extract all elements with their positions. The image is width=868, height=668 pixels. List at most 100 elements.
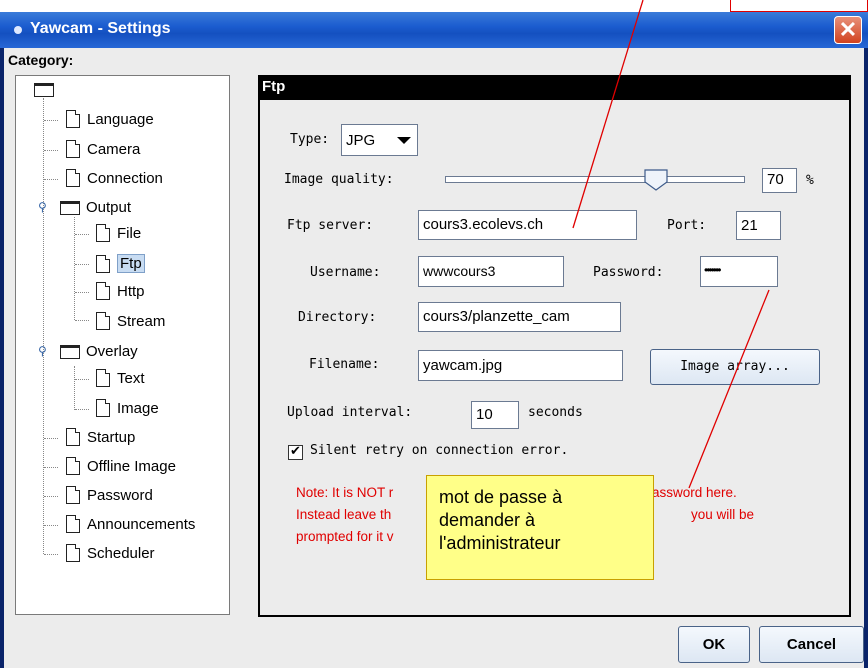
document-icon	[66, 169, 80, 187]
note-line-3: prompted for it v	[296, 529, 394, 544]
tree-item-announcements[interactable]: Announcements	[66, 515, 195, 533]
tree-connector	[75, 320, 89, 321]
tree-item-label: Password	[87, 486, 153, 504]
directory-input[interactable]: cours3/planzette_cam	[418, 302, 621, 332]
ftp-panel-title: Ftp	[262, 78, 286, 95]
document-icon	[96, 399, 110, 417]
tree-connector	[44, 496, 58, 497]
image-quality-slider-thumb[interactable]	[644, 169, 668, 191]
tree-connector	[44, 438, 58, 439]
password-input[interactable]: •••••••	[700, 256, 778, 287]
ftp-server-label: Ftp server:	[287, 218, 374, 233]
tree-item-language[interactable]: Language	[66, 110, 154, 128]
ftp-panel-header	[258, 75, 851, 100]
document-icon	[96, 369, 110, 387]
tree-connector	[44, 467, 58, 468]
tree-connector	[75, 292, 89, 293]
username-label: Username:	[310, 265, 381, 280]
tree-item-label: Overlay	[86, 343, 138, 360]
callout-line-3: l'administrateur	[439, 533, 561, 553]
type-select[interactable]: JPG	[341, 124, 391, 156]
folder-icon	[60, 200, 80, 215]
upload-interval-input[interactable]: 10	[471, 401, 519, 429]
tree-connector	[44, 525, 58, 526]
port-input[interactable]: 21	[736, 211, 781, 240]
expand-toggle-icon[interactable]: ⚲	[38, 200, 47, 214]
tree-connector	[75, 264, 89, 265]
tree-item-offline-image[interactable]: Offline Image	[66, 457, 176, 475]
tree-item-image[interactable]: Image	[96, 399, 159, 417]
document-icon	[66, 515, 80, 533]
tree-connector	[75, 234, 89, 235]
tree-item-label: Scheduler	[87, 544, 155, 562]
username-input[interactable]: wwwcours3	[418, 256, 564, 287]
tree-item-label: File	[117, 224, 142, 242]
tree-item-file[interactable]: File	[96, 224, 141, 242]
tree-item-label: Offline Image	[87, 457, 176, 475]
tree-item-scheduler[interactable]: Scheduler	[66, 544, 155, 562]
tree-line	[74, 217, 75, 320]
tree-item-ftp[interactable]: Ftp	[96, 254, 145, 273]
document-icon	[96, 282, 110, 300]
tree-item-text[interactable]: Text	[96, 369, 145, 387]
tree-item-label: Stream	[117, 312, 166, 330]
tree-item-label: Text	[117, 369, 145, 387]
filename-label: Filename:	[309, 357, 380, 372]
silent-retry-checkbox[interactable]: ✔	[288, 445, 303, 460]
tree-item-label: Startup	[87, 428, 136, 446]
filename-input[interactable]: yawcam.jpg	[418, 350, 623, 381]
silent-retry-label: Silent retry on connection error.	[310, 443, 569, 458]
note-line-1-end: assword here.	[652, 485, 737, 500]
close-button[interactable]: ✕	[834, 16, 862, 44]
tree-connector	[44, 150, 58, 151]
note-line-2: Instead leave th	[296, 507, 392, 522]
root-folder-icon	[34, 83, 54, 97]
password-label: Password:	[593, 265, 664, 280]
tree-connector	[44, 179, 58, 180]
tree-connector	[44, 120, 58, 121]
upload-interval-label: Upload interval:	[287, 405, 413, 420]
cancel-button[interactable]: Cancel	[759, 626, 864, 663]
tree-line	[43, 98, 44, 554]
ftp-server-input[interactable]: cours3.ecolevs.ch	[418, 210, 637, 240]
ok-button[interactable]: OK	[678, 626, 750, 663]
document-icon	[66, 544, 80, 562]
document-icon	[96, 254, 110, 273]
callout-line-1: mot de passe à	[439, 487, 563, 507]
tree-item-label: Announcements	[87, 515, 196, 533]
tree-item-startup[interactable]: Startup	[66, 428, 135, 446]
close-icon: ✕	[838, 17, 858, 42]
document-icon	[66, 486, 80, 504]
tree-item-output[interactable]: Output	[60, 199, 131, 216]
tree-item-stream[interactable]: Stream	[96, 312, 165, 330]
note-line-1: Note: It is NOT r	[296, 485, 394, 500]
folder-icon	[60, 344, 80, 359]
tree-line	[74, 366, 75, 410]
document-icon	[66, 457, 80, 475]
image-quality-slider-track[interactable]	[445, 176, 745, 183]
tree-item-label: Output	[86, 199, 132, 216]
window-title: Yawcam - Settings	[30, 20, 171, 37]
tree-item-connection[interactable]: Connection	[66, 169, 163, 187]
tree-item-label-selected: Ftp	[117, 254, 145, 273]
upload-interval-unit: seconds	[528, 405, 583, 420]
annotation-box-top	[730, 0, 868, 12]
image-quality-input[interactable]: 70	[762, 168, 797, 193]
category-tree[interactable]: Language Camera Connection ⚲ Output File…	[15, 75, 230, 615]
tree-item-overlay[interactable]: Overlay	[60, 343, 138, 360]
chevron-down-icon[interactable]	[390, 124, 418, 156]
callout-line-2: demander à	[439, 510, 536, 530]
expand-toggle-icon[interactable]: ⚲	[38, 344, 47, 358]
image-array-button[interactable]: Image array...	[650, 349, 820, 385]
tree-item-label: Camera	[87, 140, 141, 158]
tree-connector	[75, 409, 89, 410]
type-label: Type:	[290, 132, 330, 147]
tree-item-password[interactable]: Password	[66, 486, 153, 504]
tree-item-label: Connection	[87, 169, 163, 187]
image-quality-label: Image quality:	[284, 172, 394, 187]
document-icon	[96, 312, 110, 330]
document-icon	[66, 140, 80, 158]
tree-item-camera[interactable]: Camera	[66, 140, 140, 158]
tree-connector	[75, 379, 89, 380]
tree-item-http[interactable]: Http	[96, 282, 145, 300]
